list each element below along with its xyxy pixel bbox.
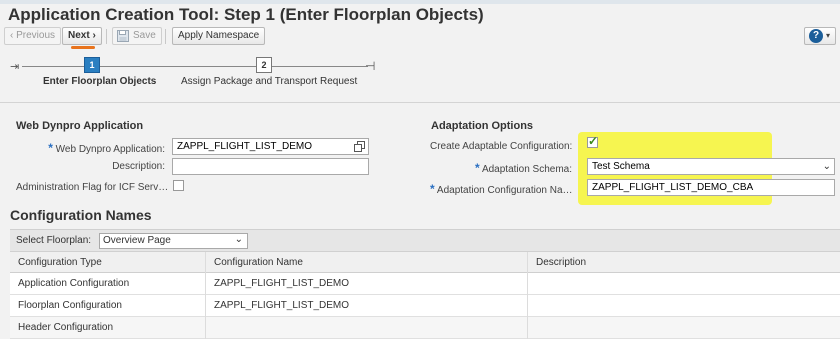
adaptation-schema-label-text: Adaptation Schema: bbox=[481, 164, 572, 175]
adaptation-config-label: * Adaptation Configuration Na… bbox=[430, 182, 573, 196]
column-header[interactable]: Configuration Name bbox=[206, 252, 528, 274]
web-dynpro-app-label-text: Web Dynpro Application: bbox=[55, 144, 165, 155]
table-cell bbox=[206, 317, 528, 339]
required-marker: * bbox=[475, 161, 480, 175]
step-2-marker[interactable]: 2 bbox=[256, 57, 272, 73]
adaptation-schema-value: Test Schema bbox=[592, 161, 650, 172]
toolbar-separator bbox=[165, 29, 166, 44]
description-input[interactable] bbox=[172, 158, 369, 175]
value-help-icon[interactable] bbox=[354, 141, 365, 152]
top-strip bbox=[0, 0, 840, 4]
table-cell bbox=[528, 273, 840, 295]
page-title: Application Creation Tool: Step 1 (Enter… bbox=[8, 5, 484, 24]
adaptation-section-title: Adaptation Options bbox=[431, 120, 534, 132]
configuration-names-title: Configuration Names bbox=[10, 207, 152, 223]
web-dynpro-app-input[interactable]: ZAPPL_FLIGHT_LIST_DEMO bbox=[172, 138, 369, 155]
web-dynpro-section-title: Web Dynpro Application bbox=[16, 120, 144, 132]
table-cell bbox=[528, 317, 840, 339]
table-row[interactable]: Floorplan Configuration ZAPPL_FLIGHT_LIS… bbox=[10, 295, 840, 317]
table-cell: ZAPPL_FLIGHT_LIST_DEMO bbox=[206, 273, 528, 295]
table-cell: Application Configuration bbox=[10, 273, 206, 295]
roadmap-end-icon: ⊣ bbox=[365, 59, 376, 73]
table-cell: ZAPPL_FLIGHT_LIST_DEMO bbox=[206, 295, 528, 317]
table-row[interactable]: Header Configuration bbox=[10, 317, 840, 339]
next-button[interactable]: Next › bbox=[62, 27, 102, 45]
table-cell: Header Configuration bbox=[10, 317, 206, 339]
apply-namespace-button[interactable]: Apply Namespace bbox=[172, 27, 266, 45]
chevron-down-icon: ⌄ bbox=[822, 161, 831, 172]
adaptation-config-input[interactable]: ZAPPL_FLIGHT_LIST_DEMO_CBA bbox=[587, 179, 835, 196]
save-button[interactable]: Save bbox=[112, 27, 162, 45]
adaptation-schema-select[interactable]: Test Schema ⌄ bbox=[587, 158, 835, 175]
roadmap-line bbox=[272, 66, 368, 67]
required-marker: * bbox=[430, 182, 435, 196]
save-label: Save bbox=[133, 30, 156, 41]
select-floorplan-label: Select Floorplan: bbox=[16, 235, 92, 246]
step-1-label[interactable]: Enter Floorplan Objects bbox=[43, 76, 156, 87]
roadmap-line bbox=[22, 66, 84, 67]
floppy-disk-icon bbox=[117, 30, 129, 42]
roadmap-line bbox=[100, 66, 256, 67]
configuration-toolbar: Select Floorplan: Overview Page ⌄ bbox=[10, 229, 840, 251]
adaptation-schema-label: * Adaptation Schema: bbox=[430, 161, 572, 175]
select-floorplan-value: Overview Page bbox=[103, 235, 171, 246]
previous-button[interactable]: ‹ Previous bbox=[4, 27, 62, 45]
chevron-down-icon: ⌄ bbox=[234, 234, 243, 245]
roadmap-start-icon: ⇥ bbox=[10, 61, 20, 73]
table-row[interactable]: Application Configuration ZAPPL_FLIGHT_L… bbox=[10, 273, 840, 295]
column-header[interactable]: Configuration Type bbox=[10, 252, 206, 274]
adaptation-config-label-text: Adaptation Configuration Na… bbox=[436, 185, 573, 196]
table-cell bbox=[528, 295, 840, 317]
help-button[interactable]: ? ▾ bbox=[804, 27, 836, 45]
toolbar-separator bbox=[106, 29, 107, 44]
web-dynpro-app-value: ZAPPL_FLIGHT_LIST_DEMO bbox=[177, 141, 313, 152]
toolbar: ‹ Previous Next › Save Apply Namespace bbox=[0, 27, 840, 47]
help-icon: ? bbox=[809, 29, 823, 43]
create-adaptable-label: Create Adaptable Configuration: bbox=[430, 141, 573, 152]
column-header[interactable]: Description bbox=[528, 252, 840, 274]
section-divider bbox=[0, 102, 840, 103]
roadmap: ⇥ ⊣ 1 Enter Floorplan Objects 2 Assign P… bbox=[0, 52, 840, 94]
select-floorplan-dropdown[interactable]: Overview Page ⌄ bbox=[99, 233, 248, 249]
required-marker: * bbox=[48, 141, 53, 155]
admin-flag-checkbox[interactable] bbox=[173, 180, 184, 191]
table-header-row: Configuration Type Configuration Name De… bbox=[10, 251, 840, 274]
step-2-label[interactable]: Assign Package and Transport Request bbox=[181, 76, 357, 87]
step-1-marker[interactable]: 1 bbox=[84, 57, 100, 73]
create-adaptable-checkbox[interactable]: ✓ bbox=[587, 134, 599, 148]
description-label: Description: bbox=[112, 161, 165, 172]
chevron-down-icon: ▾ bbox=[826, 31, 831, 40]
next-underline-mark bbox=[71, 46, 95, 49]
table-cell: Floorplan Configuration bbox=[10, 295, 206, 317]
admin-flag-label: Administration Flag for ICF Serv… bbox=[16, 182, 169, 193]
checkmark-icon: ✓ bbox=[588, 134, 599, 148]
web-dynpro-app-label: * Web Dynpro Application: bbox=[40, 141, 165, 155]
